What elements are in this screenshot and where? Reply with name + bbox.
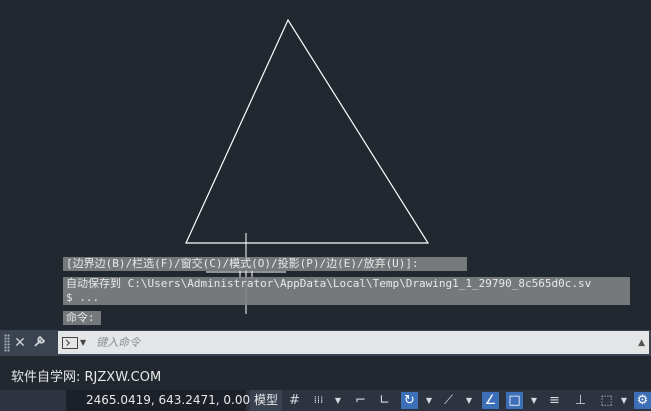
model-space-button[interactable]: 模型 xyxy=(250,390,282,411)
object-snap-icon[interactable]: □ xyxy=(506,392,523,409)
polar-tracking-icon[interactable]: ↻ xyxy=(401,392,418,409)
lineweight-icon[interactable]: ≡ xyxy=(546,392,563,409)
selection-cycling-icon[interactable]: ⬚ xyxy=(598,392,615,409)
isometric-icon[interactable]: ⟋ xyxy=(440,392,457,409)
ortho-icon[interactable]: ∟ xyxy=(376,392,393,409)
command-line-bar: ✕ ▼ ▲ xyxy=(0,330,651,356)
command-prompt-icon[interactable] xyxy=(62,336,78,349)
autosave-ellipsis-text: $ ... xyxy=(66,291,100,304)
workspace-icon[interactable]: ⚙ xyxy=(634,392,651,409)
command-history-autosave: 自动保存到 C:\Users\Administrator\AppData\Loc… xyxy=(63,277,630,305)
chevron-down-icon[interactable]: ▼ xyxy=(464,392,474,409)
command-input[interactable] xyxy=(96,336,617,349)
status-bar: 2465.0419, 643.2471, 0.0000 模型 # ⁞⁞⁞ ▼ ⌐… xyxy=(0,390,651,411)
coordinate-readout[interactable]: 2465.0419, 643.2471, 0.0000 xyxy=(66,390,265,411)
chevron-down-icon[interactable]: ▼ xyxy=(80,338,86,347)
triangle-shape[interactable] xyxy=(185,18,430,244)
snap-grid-icon[interactable]: ⁞⁞⁞ xyxy=(310,392,327,409)
chevron-up-icon[interactable]: ▲ xyxy=(638,338,645,348)
chevron-down-icon[interactable]: ▼ xyxy=(424,392,434,409)
grid-icon[interactable]: # xyxy=(286,392,303,409)
object-snap-tracking-icon[interactable]: ∠ xyxy=(482,392,499,409)
chevron-down-icon[interactable]: ▼ xyxy=(529,392,539,409)
watermark-text: 软件自学网: RJZXW.COM xyxy=(11,370,162,385)
command-prompt-label: 命令: xyxy=(63,311,101,325)
autosave-path-text: 自动保存到 C:\Users\Administrator\AppData\Loc… xyxy=(66,277,592,290)
annotation-monitor-icon[interactable]: ⊥ xyxy=(572,392,589,409)
command-history-line: [边界边(B)/栏选(F)/窗交(C)/模式(O)/投影(P)/边(E)/放弃(… xyxy=(63,257,467,271)
chevron-down-icon[interactable]: ▼ xyxy=(619,392,629,409)
chevron-down-icon[interactable]: ▼ xyxy=(333,392,343,409)
watermark-area: 软件自学网: RJZXW.COM xyxy=(0,356,651,390)
wrench-icon[interactable] xyxy=(30,334,50,352)
close-icon[interactable]: ✕ xyxy=(10,335,30,351)
command-input-box[interactable]: ▼ ▲ xyxy=(58,331,649,354)
drawing-canvas[interactable]: [边界边(B)/栏选(F)/窗交(C)/模式(O)/投影(P)/边(E)/放弃(… xyxy=(0,0,651,330)
infer-constraints-icon[interactable]: ⌐ xyxy=(352,392,369,409)
